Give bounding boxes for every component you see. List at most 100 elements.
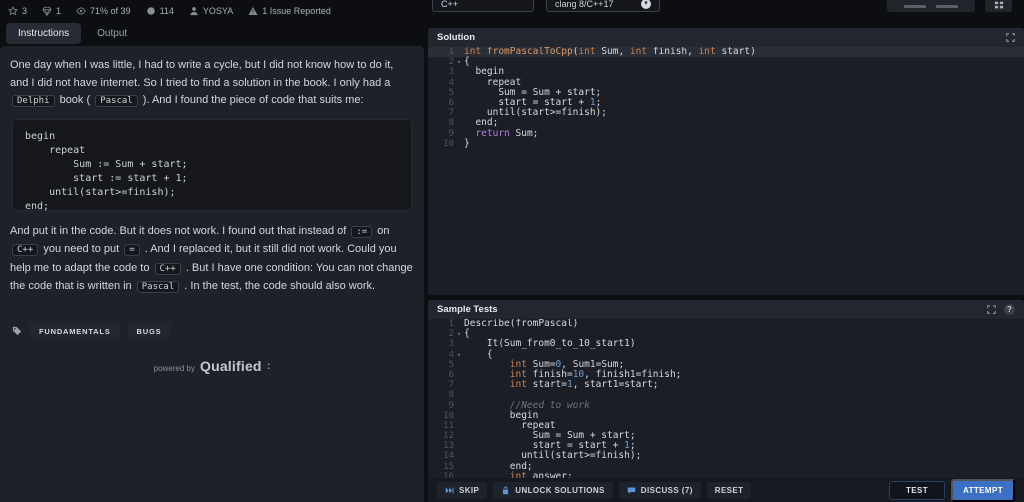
skip-icon bbox=[445, 486, 454, 495]
reset-label: RESET bbox=[715, 486, 744, 495]
paragraph-text: One day when I was little, I had to writ… bbox=[10, 59, 393, 89]
tab-instructions[interactable]: Instructions bbox=[6, 23, 81, 44]
stat-author[interactable]: YOSYA bbox=[189, 6, 233, 16]
line-number: 14 bbox=[428, 451, 454, 461]
line-number: 8 bbox=[428, 390, 454, 400]
kata-stats-bar: 3 1 71% of 39 114 YOSYA 1 Issue Reported bbox=[0, 0, 424, 20]
fold-gutter bbox=[454, 431, 464, 441]
fold-caret-icon[interactable]: ▾ bbox=[454, 57, 464, 67]
fold-caret-icon[interactable]: ▾ bbox=[454, 350, 464, 360]
stat-count: 114 bbox=[146, 6, 174, 16]
language-select[interactable]: C++ bbox=[432, 0, 534, 12]
inline-code: Delphi bbox=[12, 95, 55, 107]
line-number: 5 bbox=[428, 360, 454, 370]
line-number: 4 bbox=[428, 350, 454, 360]
fold-gutter bbox=[454, 421, 464, 431]
help-icon[interactable]: ? bbox=[1004, 304, 1015, 315]
test-button[interactable]: TEST bbox=[889, 481, 945, 500]
issues-text: 1 Issue Reported bbox=[262, 6, 331, 16]
code-line[interactable]: 9 return Sum; bbox=[428, 129, 1024, 139]
line-number: 9 bbox=[428, 401, 454, 411]
fold-gutter bbox=[454, 319, 464, 329]
tab-output[interactable]: Output bbox=[85, 23, 139, 44]
tag-fundamentals[interactable]: FUNDAMENTALS bbox=[30, 323, 120, 340]
inline-code: := bbox=[351, 226, 372, 238]
qualified-logo[interactable]: Qualified bbox=[200, 358, 262, 374]
line-number: 5 bbox=[428, 88, 454, 98]
paragraph-text: And put it in the code. But it does not … bbox=[10, 225, 349, 237]
tags-row: FUNDAMENTALS BUGS bbox=[10, 323, 414, 340]
powered-by-label: powered by bbox=[154, 364, 195, 373]
inline-code: = bbox=[124, 244, 139, 256]
fold-gutter bbox=[454, 118, 464, 128]
fold-gutter bbox=[454, 411, 464, 421]
line-number: 10 bbox=[428, 139, 454, 149]
code-text: int start=1, start1=start; bbox=[464, 380, 659, 390]
code-text: return Sum; bbox=[464, 129, 538, 139]
author-name: YOSYA bbox=[203, 6, 233, 16]
inline-code: C++ bbox=[12, 244, 38, 256]
fold-caret-icon[interactable]: ▾ bbox=[454, 329, 464, 339]
fold-gutter bbox=[454, 47, 464, 57]
tag-icon bbox=[12, 326, 22, 336]
completion-text: 71% of 39 bbox=[90, 6, 131, 16]
sample-tests-title: Sample Tests bbox=[437, 304, 498, 315]
code-line[interactable]: 2▾{ bbox=[428, 57, 1024, 67]
fold-gutter bbox=[454, 401, 464, 411]
line-number: 2 bbox=[428, 329, 454, 339]
fold-gutter bbox=[454, 129, 464, 139]
reset-button[interactable]: RESET bbox=[707, 482, 752, 499]
powered-by-qualified: powered by Qualified : bbox=[10, 358, 414, 374]
line-number: 2 bbox=[428, 57, 454, 67]
tag-bugs[interactable]: BUGS bbox=[128, 323, 171, 340]
top-right-button[interactable] bbox=[887, 0, 975, 12]
unlock-solutions-button[interactable]: UNLOCK SOLUTIONS bbox=[493, 482, 613, 499]
code-line[interactable]: 1int fromPascalToCpp(int Sum, int finish… bbox=[428, 47, 1024, 57]
paragraph-text: ). And I found the piece of code that su… bbox=[140, 94, 364, 106]
fold-gutter bbox=[454, 339, 464, 349]
attempt-button[interactable]: ATTEMPT bbox=[951, 479, 1015, 502]
warning-icon bbox=[248, 6, 258, 16]
top-right-icon-button[interactable] bbox=[985, 0, 1012, 12]
stat-stars: 3 bbox=[8, 6, 27, 16]
line-number: 10 bbox=[428, 411, 454, 421]
line-number: 8 bbox=[428, 118, 454, 128]
eye-icon bbox=[76, 6, 86, 16]
discuss-button[interactable]: DISCUSS (7) bbox=[619, 482, 701, 499]
code-line[interactable]: 7 int start=1, start1=start; bbox=[428, 380, 1024, 390]
sample-tests-editor[interactable]: 1Describe(fromPascal)2▾{3 It(Sum_from0_t… bbox=[428, 319, 1024, 478]
language-value: C++ bbox=[441, 0, 458, 9]
line-number: 3 bbox=[428, 67, 454, 77]
line-number: 11 bbox=[428, 421, 454, 431]
fold-gutter bbox=[454, 98, 464, 108]
code-line[interactable]: 7 until(start>=finish); bbox=[428, 108, 1024, 118]
kata-trainer-screen: 3 1 71% of 39 114 YOSYA 1 Issue Reported bbox=[0, 0, 1024, 502]
right-panel: C++ clang 8/C++17 ▾ Solution 1int fromPa… bbox=[428, 0, 1024, 502]
code-line[interactable]: 3 It(Sum_from0_to_10_start1) bbox=[428, 339, 1024, 349]
inline-code: Pascal bbox=[137, 281, 180, 293]
expand-icon[interactable] bbox=[1006, 33, 1015, 42]
skip-button[interactable]: SKIP bbox=[437, 482, 487, 499]
qualified-logo-dots: : bbox=[267, 360, 271, 372]
fold-gutter bbox=[454, 451, 464, 461]
left-tab-bar: Instructions Output bbox=[0, 20, 424, 46]
code-line[interactable]: 1Describe(fromPascal) bbox=[428, 319, 1024, 329]
instructions-panel: One day when I was little, I had to writ… bbox=[0, 46, 424, 502]
stat-completion: 71% of 39 bbox=[76, 6, 131, 16]
discuss-label: DISCUSS (7) bbox=[641, 486, 693, 495]
line-number: 9 bbox=[428, 129, 454, 139]
fold-gutter bbox=[454, 462, 464, 472]
stat-issues[interactable]: 1 Issue Reported bbox=[248, 6, 331, 16]
gem-icon bbox=[42, 6, 52, 16]
skip-label: SKIP bbox=[459, 486, 479, 495]
unlock-solutions-label: UNLOCK SOLUTIONS bbox=[515, 486, 605, 495]
instructions-paragraph-2: And put it in the code. But it does not … bbox=[10, 223, 414, 297]
version-select[interactable]: clang 8/C++17 ▾ bbox=[546, 0, 660, 12]
stars-count: 3 bbox=[22, 6, 27, 16]
code-line[interactable]: 10} bbox=[428, 139, 1024, 149]
fold-gutter bbox=[454, 139, 464, 149]
paragraph-text: book ( bbox=[57, 94, 94, 106]
solution-panel-header: Solution bbox=[428, 28, 1024, 47]
solution-editor[interactable]: 1int fromPascalToCpp(int Sum, int finish… bbox=[428, 47, 1024, 295]
expand-icon[interactable] bbox=[987, 305, 996, 314]
